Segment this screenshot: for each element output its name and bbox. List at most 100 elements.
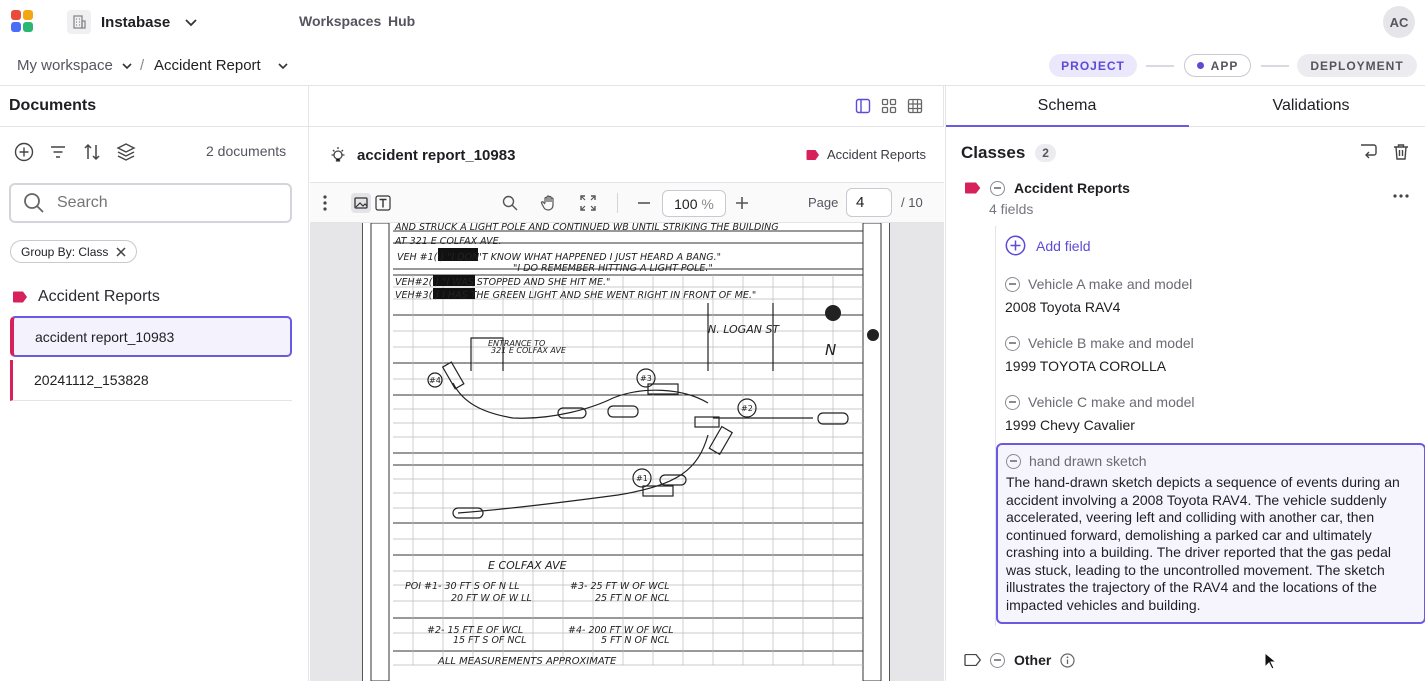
sketch-poi: #3- 25 FT W OF WCL bbox=[570, 581, 670, 592]
building-icon bbox=[67, 10, 91, 34]
add-icon[interactable] bbox=[14, 142, 34, 162]
class-row-accident-reports[interactable]: Accident Reports bbox=[964, 180, 1130, 196]
field-vehicle-a[interactable]: Vehicle A make and model 2008 Toyota RAV… bbox=[1005, 276, 1425, 317]
reclassify-icon[interactable] bbox=[1359, 143, 1379, 161]
org-name: Instabase bbox=[101, 13, 171, 31]
field-value: 2008 Toyota RAV4 bbox=[1005, 299, 1121, 315]
search-icon[interactable] bbox=[502, 195, 518, 211]
add-field-label: Add field bbox=[1036, 237, 1091, 254]
classes-title: Classes bbox=[961, 143, 1026, 162]
layers-icon[interactable] bbox=[116, 142, 136, 162]
breadcrumb-workspace[interactable]: My workspace bbox=[17, 57, 133, 74]
remove-field-icon[interactable] bbox=[1005, 335, 1020, 351]
text-mode-icon[interactable] bbox=[375, 195, 391, 211]
sketch-north: N bbox=[825, 341, 836, 359]
schema-panel: Schema Validations Classes 2 Accident Re… bbox=[945, 86, 1425, 681]
sketch-vehicle-label: #4 bbox=[429, 376, 441, 385]
document-name: 20241112_153828 bbox=[34, 372, 149, 388]
group-by-chip-label: Group By: Class bbox=[21, 244, 109, 259]
tab-validations[interactable]: Validations bbox=[1189, 86, 1425, 127]
remove-field-icon[interactable] bbox=[1006, 453, 1021, 469]
field-value: The hand-drawn sketch depicts a sequence… bbox=[1006, 474, 1400, 613]
stage-app[interactable]: APP bbox=[1184, 54, 1251, 77]
collapse-icon[interactable] bbox=[990, 652, 1005, 668]
app-logo-icon[interactable] bbox=[11, 10, 33, 32]
class-tag[interactable]: Accident Reports bbox=[806, 147, 926, 162]
top-bar: Instabase Workspaces Hub AC bbox=[0, 0, 1425, 44]
stage-app-label: APP bbox=[1210, 58, 1239, 73]
field-label: hand drawn sketch bbox=[1029, 453, 1147, 469]
sketch-street: E COLFAX AVE bbox=[488, 559, 567, 572]
sort-icon[interactable] bbox=[82, 142, 102, 162]
trash-icon[interactable] bbox=[1393, 143, 1409, 161]
more-vertical-icon[interactable] bbox=[323, 195, 327, 211]
stage-deployment[interactable]: DEPLOYMENT bbox=[1297, 54, 1417, 77]
tab-schema[interactable]: Schema bbox=[945, 86, 1189, 127]
group-header[interactable]: Accident Reports bbox=[12, 288, 160, 306]
class-name: Other bbox=[1014, 652, 1052, 668]
panel-divider bbox=[945, 86, 946, 681]
add-field-button[interactable]: Add field bbox=[1005, 235, 1090, 256]
sketch-line: "I DO REMEMBER HITTING A LIGHT POLE." bbox=[513, 263, 713, 274]
classes-header: Classes 2 bbox=[961, 143, 1056, 163]
filter-icon[interactable] bbox=[48, 142, 68, 162]
field-list: Add field Vehicle A make and model 2008 … bbox=[995, 226, 1425, 626]
grid-view-icon[interactable] bbox=[881, 98, 897, 114]
search-box[interactable] bbox=[9, 183, 292, 223]
zoom-in-icon[interactable] bbox=[735, 196, 749, 210]
sketch-poi: POI #1- 30 FT S OF N LL bbox=[405, 581, 520, 592]
sketch-footer: ALL MEASUREMENTS APPROXIMATE bbox=[437, 656, 617, 667]
collapse-icon[interactable] bbox=[990, 180, 1005, 196]
sketch-entrance-addr: 321 E COLFAX AVE bbox=[491, 346, 567, 355]
image-mode-icon[interactable] bbox=[351, 193, 371, 213]
sketch-line: VEH#2( ) "I WAS STOPPED AND SHE HIT ME." bbox=[395, 277, 610, 288]
stage-connector bbox=[1261, 65, 1289, 67]
tag-outline-icon bbox=[964, 654, 981, 666]
chevron-down-icon bbox=[122, 62, 132, 69]
page-input[interactable]: 4 bbox=[846, 188, 892, 217]
page-label: Page bbox=[808, 195, 839, 210]
field-hand-drawn-sketch[interactable]: hand drawn sketch The hand-drawn sketch … bbox=[996, 443, 1425, 624]
sketch-line: VEH#3( ) I HAS THE GREEN LIGHT AND SHE W… bbox=[395, 290, 756, 301]
remove-field-icon[interactable] bbox=[1005, 276, 1020, 292]
info-icon[interactable] bbox=[1060, 652, 1075, 668]
chevron-down-icon bbox=[185, 19, 197, 27]
tag-icon bbox=[806, 149, 819, 160]
zoom-out-icon[interactable] bbox=[637, 196, 651, 210]
org-switcher[interactable]: Instabase bbox=[67, 9, 198, 35]
class-field-count: 4 fields bbox=[989, 201, 1034, 217]
field-vehicle-b[interactable]: Vehicle B make and model 1999 TOYOTA COR… bbox=[1005, 335, 1425, 376]
document-name: accident report_10983 bbox=[35, 328, 175, 345]
fit-screen-icon[interactable] bbox=[580, 195, 596, 211]
list-item[interactable]: accident report_10983 bbox=[10, 316, 292, 357]
sketch-street: N. LOGAN ST bbox=[708, 323, 780, 336]
lightbulb-icon[interactable] bbox=[330, 146, 346, 164]
breadcrumb-project[interactable]: Accident Report bbox=[154, 57, 289, 74]
nav-workspaces[interactable]: Workspaces bbox=[299, 13, 381, 29]
class-tag-label: Accident Reports bbox=[827, 147, 926, 162]
split-view-icon[interactable] bbox=[855, 98, 871, 114]
search-input[interactable] bbox=[57, 194, 277, 212]
class-row-other[interactable]: Other bbox=[964, 652, 1075, 668]
sketch-poi: 25 FT N OF NCL bbox=[595, 593, 670, 604]
list-item[interactable]: 20241112_153828 bbox=[10, 360, 292, 401]
close-icon[interactable] bbox=[116, 246, 126, 257]
document-canvas[interactable]: AND STRUCK A LIGHT POLE AND CONTINUED WB… bbox=[310, 223, 944, 681]
breadcrumb-workspace-label: My workspace bbox=[17, 57, 113, 74]
nav-hub[interactable]: Hub bbox=[388, 13, 415, 29]
more-horizontal-icon[interactable] bbox=[1393, 194, 1409, 198]
sketch-poi: 5 FT N OF NCL bbox=[601, 635, 669, 646]
field-label: Vehicle A make and model bbox=[1028, 276, 1193, 292]
zoom-input[interactable]: 100 % bbox=[662, 190, 726, 217]
remove-field-icon[interactable] bbox=[1005, 394, 1020, 410]
group-by-chip[interactable]: Group By: Class bbox=[10, 240, 138, 263]
table-view-icon[interactable] bbox=[907, 98, 923, 114]
field-vehicle-c[interactable]: Vehicle C make and model 1999 Chevy Cava… bbox=[1005, 394, 1425, 435]
chevron-down-icon bbox=[278, 62, 288, 69]
tag-icon bbox=[965, 182, 981, 194]
group-name: Accident Reports bbox=[38, 288, 160, 305]
stage-project[interactable]: PROJECT bbox=[1049, 54, 1137, 77]
avatar[interactable]: AC bbox=[1383, 6, 1415, 38]
hand-pan-icon[interactable] bbox=[540, 194, 558, 212]
field-value: 1999 Chevy Cavalier bbox=[1005, 417, 1135, 433]
